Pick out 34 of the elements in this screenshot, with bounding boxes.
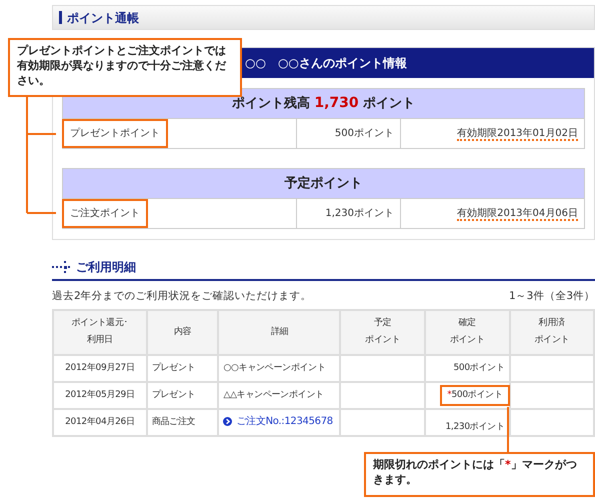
points-cell: 1,230ポイント <box>296 198 400 228</box>
dots-icon <box>52 261 70 273</box>
points-value: *500ポイント <box>440 384 510 406</box>
arrow-circle-icon <box>223 416 232 426</box>
callout-note: 期限切れのポイントには「*」マークがつきます。 <box>364 452 595 497</box>
table-cell: 商品ご注文 <box>146 408 218 436</box>
column-header: 内容 <box>174 326 192 339</box>
column-header: 詳細 <box>270 326 288 339</box>
points-cell: 500ポイント <box>296 118 400 148</box>
date-cell: 2012年09月27日 <box>53 354 147 382</box>
point-type-label: ご注文ポイント <box>62 199 148 228</box>
points-value: 1,230ポイント <box>445 422 505 432</box>
table-cell: プレゼント <box>146 354 218 382</box>
column-header: 予定 ポイント <box>365 316 400 348</box>
point-type-label: プレゼントポイント <box>62 119 168 148</box>
date-cell: 2012年04月26日 <box>53 408 147 436</box>
expiry-date: 有効期限2013年04月06日 <box>457 208 578 221</box>
leader-line <box>507 407 509 452</box>
expiry-date: 有効期限2013年01月02日 <box>457 128 578 141</box>
column-header: ポイント還元･ 利用日 <box>71 316 128 348</box>
result-count: 1～3件（全3件） <box>508 289 595 304</box>
column-header: 確定 ポイント <box>450 316 485 348</box>
callout-note: プレゼントポイントとご注文ポイントでは有効期限が異なりますので十分ご注意ください。 <box>8 38 242 97</box>
date-cell: 2012年05月29日 <box>53 382 147 409</box>
section-heading: ご利用明細 <box>76 259 136 276</box>
table-header: ポイント残高 1,730 ポイント <box>62 88 584 118</box>
table-cell: △△キャンペーンポイント <box>218 382 340 409</box>
points-value: 500ポイント <box>453 362 505 372</box>
page-title: ポイント通帳 <box>67 10 139 26</box>
table-cell: プレゼント <box>146 382 218 409</box>
table-header: 予定ポイント <box>62 168 584 198</box>
column-header: 利用済 ポイント <box>534 316 570 348</box>
table-cell: ○○キャンペーンポイント <box>218 354 340 382</box>
usage-description: 過去2年分までのご利用状況をご確認いただけます。 <box>52 289 312 304</box>
